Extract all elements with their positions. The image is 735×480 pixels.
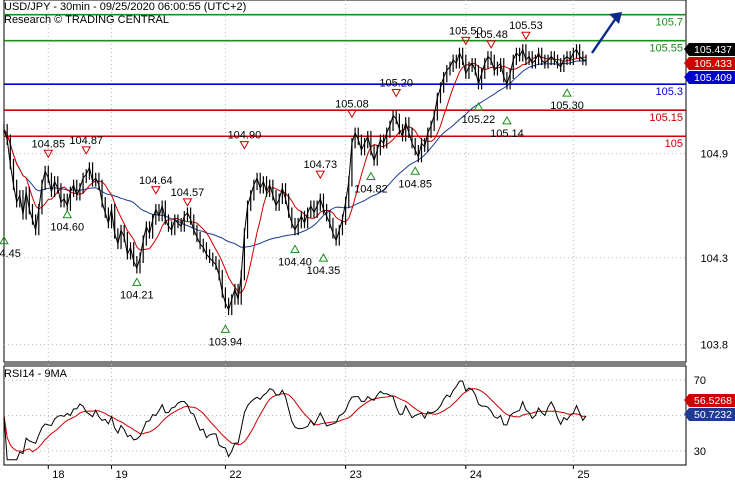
price-tag-label: 105.437 — [694, 44, 732, 56]
x-tick-label: 23 — [350, 469, 362, 480]
high-marker-icon — [239, 141, 250, 150]
high-label: 105.20 — [379, 78, 413, 90]
rsi-tag-label: 50.7232 — [694, 409, 732, 421]
high-label: 104.73 — [303, 159, 337, 171]
low-label: 104.35 — [307, 265, 341, 277]
key-level-label: 105.15 — [649, 112, 683, 124]
key-level-label: 105.3 — [655, 86, 683, 98]
x-tick-label: 25 — [577, 469, 589, 480]
key-level-label: 105.7 — [655, 17, 683, 29]
low-label: 104.85 — [398, 178, 432, 190]
high-label: 104.57 — [171, 187, 205, 199]
chart-title: USD/JPY - 30min - 09/25/2020 06:00:55 (U… — [4, 1, 247, 13]
high-marker-icon — [391, 89, 402, 98]
high-label: 105.53 — [509, 20, 543, 32]
x-tick-label: 22 — [229, 469, 241, 480]
low-label: 105.14 — [490, 128, 524, 140]
high-label: 105.48 — [474, 29, 508, 41]
high-marker-icon — [315, 170, 326, 180]
high-marker-icon — [81, 146, 92, 155]
low-marker-icon — [562, 88, 572, 97]
price-tag-label: 105.409 — [694, 72, 732, 84]
price-panel-frame — [3, 0, 687, 363]
key-level-label: 105 — [665, 138, 683, 150]
low-marker-icon — [502, 115, 512, 125]
high-label: 104.85 — [31, 138, 65, 150]
high-label: 104.90 — [228, 130, 262, 142]
high-marker-icon — [347, 109, 357, 119]
rsi-ma-line — [3, 388, 587, 453]
low-marker-icon — [131, 277, 142, 286]
x-tick-label: 18 — [52, 469, 64, 480]
low-label: 104.82 — [354, 184, 388, 196]
low-label: 104.21 — [120, 289, 154, 301]
rsi-tick-label: 70 — [694, 375, 706, 387]
high-marker-icon — [521, 31, 531, 41]
low-label: 105.22 — [462, 114, 496, 126]
low-marker-icon — [290, 244, 300, 253]
rsi-tick-label: 30 — [694, 446, 706, 458]
rsi-line — [3, 380, 587, 461]
rsi-title: RSI14 - 9MA — [4, 368, 67, 380]
key-level-label: 105.55 — [649, 43, 683, 55]
low-marker-icon — [410, 166, 421, 175]
low-label: 103.94 — [209, 336, 243, 348]
low-label: 104.45 — [0, 248, 21, 260]
low-marker-icon — [62, 209, 73, 219]
price-line — [3, 47, 587, 312]
low-marker-icon — [366, 171, 376, 181]
high-label: 105.08 — [335, 98, 369, 110]
high-marker-icon — [182, 198, 193, 207]
chart-source: Research © TRADING CENTRAL — [4, 14, 169, 26]
arrow-head-icon — [609, 12, 622, 24]
x-tick-label: 19 — [116, 469, 128, 480]
low-label: 105.30 — [550, 100, 584, 112]
high-label: 104.87 — [69, 135, 103, 147]
price-tag-label: 105.433 — [694, 58, 732, 70]
y-tick-label: 104.3 — [700, 253, 728, 265]
price-chart[interactable]: 18 19 22 23 24 25 103.8 104.3 104.9 105.7 105.55 10… — [0, 0, 735, 480]
high-marker-icon — [150, 186, 161, 195]
chart-window: 18 19 22 23 24 25 103.8 104.3 104.9 105.7 105.55 10… — [0, 0, 735, 480]
y-tick-label: 104.9 — [700, 149, 728, 161]
low-label: 104.60 — [50, 222, 84, 234]
x-tick-label: 24 — [470, 469, 482, 480]
high-marker-icon — [486, 40, 496, 49]
high-label: 104.64 — [139, 175, 173, 187]
rsi-tag-label: 56.5268 — [694, 395, 732, 407]
projection-arrow — [591, 17, 617, 54]
y-tick-label: 103.8 — [700, 340, 728, 352]
